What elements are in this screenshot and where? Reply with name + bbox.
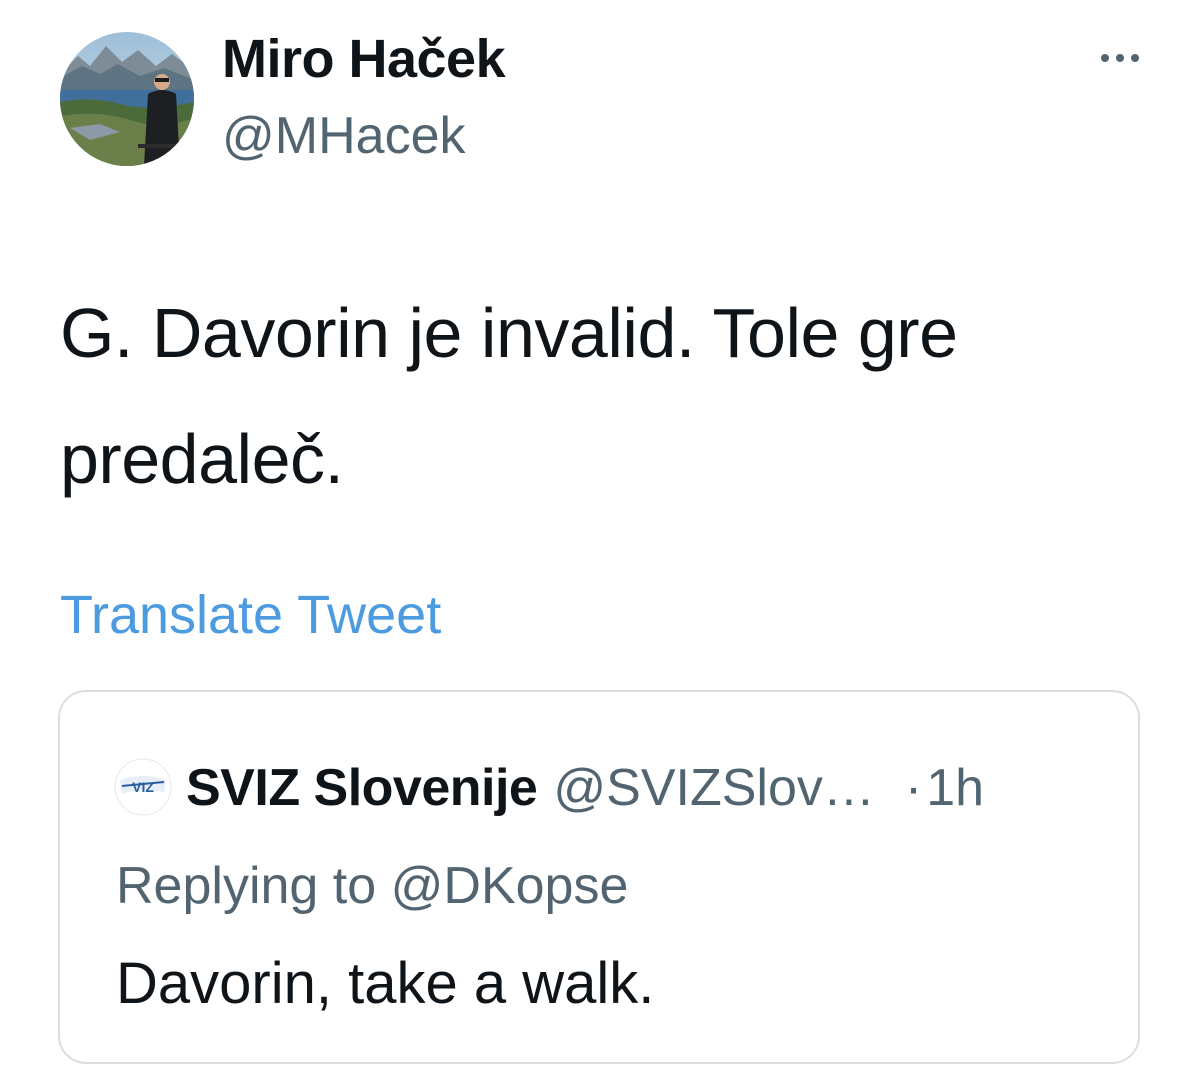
translate-tweet-link[interactable]: Translate Tweet — [60, 584, 441, 646]
quoted-tweet-time[interactable]: 1h — [926, 758, 984, 818]
profile-photo-landscape-icon — [60, 32, 194, 166]
quoted-author-display-name[interactable]: SVIZ Slovenije — [186, 758, 538, 818]
more-options-button[interactable] — [1090, 38, 1150, 78]
tweet-text: G. Davorin je invalid. Tole gre predaleč… — [60, 294, 958, 498]
tweet: Miro Haček @MHacek G. Davorin je invalid… — [0, 0, 1200, 1068]
quoted-tweet-text: Davorin, take a walk. — [116, 951, 655, 1016]
replying-to-line: Replying to @DKopse — [116, 856, 628, 916]
quoted-author-avatar[interactable]: VIZ — [114, 758, 172, 816]
author-avatar[interactable] — [60, 32, 194, 166]
quoted-avatar-text: VIZ — [132, 779, 154, 795]
sviz-logo-icon: VIZ — [114, 758, 172, 816]
replying-to-handle[interactable]: @DKopse — [391, 857, 629, 915]
author-handle[interactable]: @MHacek — [222, 106, 466, 166]
replying-to-label: Replying to — [116, 857, 377, 915]
quoted-author-handle[interactable]: @SVIZSlov… — [553, 758, 875, 818]
separator-dot: · — [904, 759, 923, 817]
author-display-name[interactable]: Miro Haček — [222, 28, 506, 90]
quoted-tweet-card[interactable]: VIZ SVIZ Slovenije @SVIZSlov… · 1h Reply… — [58, 690, 1140, 1064]
ellipsis-icon — [1101, 54, 1139, 62]
quoted-tweet-header: SVIZ Slovenije @SVIZSlov… · 1h — [186, 758, 984, 822]
